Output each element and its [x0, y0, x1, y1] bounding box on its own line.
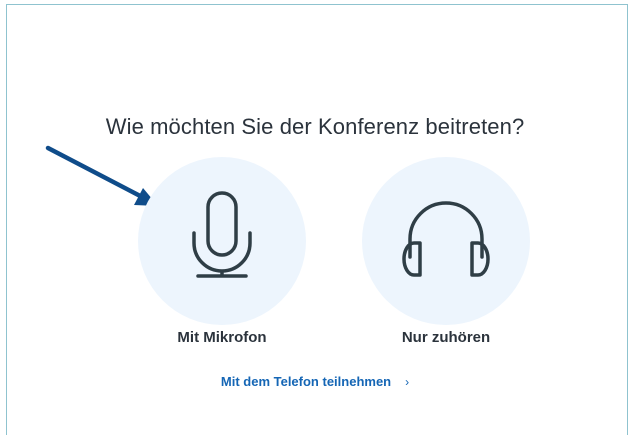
headphones-icon: [402, 201, 490, 277]
chevron-right-icon: ›: [405, 375, 410, 389]
microphone-icon: [192, 191, 252, 278]
listen-only-option-circle[interactable]: [362, 157, 530, 325]
microphone-option-label: Mit Mikrofon: [177, 329, 267, 346]
join-by-phone-label[interactable]: Mit dem Telefon teilnehmen: [221, 374, 391, 389]
listen-only-button[interactable]: Nur zuhören: [361, 157, 531, 357]
join-with-microphone-button[interactable]: Mit Mikrofon: [137, 157, 307, 357]
join-by-phone-link[interactable]: Mit dem Telefon teilnehmen ›: [0, 374, 630, 389]
microphone-option-circle[interactable]: [138, 157, 306, 325]
pointer-arrow-icon: [45, 145, 158, 206]
join-question-title: Wie möchten Sie der Konferenz beitreten?: [105, 114, 525, 139]
listen-only-option-label: Nur zuhören: [401, 329, 491, 346]
